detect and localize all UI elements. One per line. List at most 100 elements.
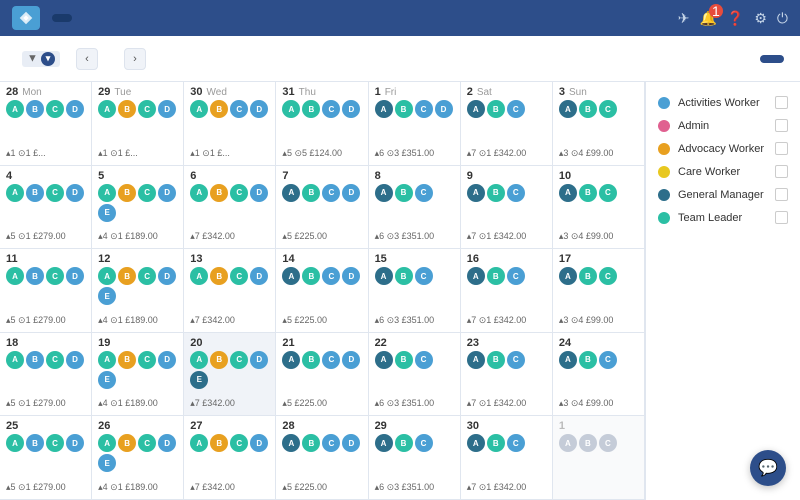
day-cell-21[interactable]: 21ABCD▴5 £225.00 [276,333,368,417]
day-cell-27[interactable]: 27ABCD▴7 £342.00 [184,416,276,500]
legend-item-2[interactable]: Advocacy Worker [656,138,790,159]
day-cell-1-fri[interactable]: 1FriABCD▴6 ⊙3 £351.00 [369,82,461,166]
day-cell-5[interactable]: 5ABCDE▴4 ⊙1 £189.00 [92,166,184,250]
avatar: C [138,100,156,118]
nav-leave[interactable] [124,14,144,22]
legend-checkbox[interactable] [775,211,788,224]
day-cell-24[interactable]: 24ABC▴3 ⊙4 £99.00 [553,333,645,417]
day-cell-20[interactable]: 20ABCDE▴7 £342.00 [184,333,276,417]
avatars-row: ABCD [6,351,85,369]
nav-attendance[interactable] [148,14,168,22]
avatars-row: ABC [559,100,638,118]
day-cell-25[interactable]: 25ABCD▴5 ⊙1 £279.00 [0,416,92,500]
day-cell-28-mon[interactable]: 28MonABCD▴1 ⊙1 £... [0,82,92,166]
day-cell-11[interactable]: 11ABCD▴5 ⊙1 £279.00 [0,249,92,333]
day-cell-14[interactable]: 14ABCD▴5 £225.00 [276,249,368,333]
avatar: D [250,184,268,202]
day-cell-29[interactable]: 29ABC▴6 ⊙3 £351.00 [369,416,461,500]
avatars-row: ABCD [282,184,361,202]
power-icon[interactable]: ⏻ [777,10,788,27]
day-cell-30-wed[interactable]: 30WedABCD▴1 ⊙1 £... [184,82,276,166]
day-header: 29 [375,420,454,432]
day-cell-16[interactable]: 16ABC▴7 ⊙1 £342.00 [461,249,553,333]
avatar: B [487,351,505,369]
legend-checkbox[interactable] [775,188,788,201]
day-cell-13[interactable]: 13ABCD▴7 £342.00 [184,249,276,333]
day-cell-31-thu[interactable]: 31ThuABCD▴5 ⊙5 £124.00 [276,82,368,166]
send-icon[interactable]: ✈ [678,10,690,27]
avatars-row: ABCD [375,100,454,118]
day-cell-6[interactable]: 6ABCD▴7 £342.00 [184,166,276,250]
day-header: 9 [467,170,546,182]
day-header: 16 [467,253,546,265]
avatar: C [230,100,248,118]
day-cell-15[interactable]: 15ABC▴6 ⊙3 £351.00 [369,249,461,333]
avatar: C [230,434,248,452]
day-cell-3-sun[interactable]: 3SunABC▴3 ⊙4 £99.00 [553,82,645,166]
help-icon[interactable]: ❓ [727,10,744,27]
day-stats: ▴6 ⊙3 £351.00 [375,478,454,493]
avatar: C [46,434,64,452]
day-stats: ▴5 £225.00 [282,311,361,326]
legend-item-5[interactable]: Team Leader [656,207,790,228]
legend-checkbox[interactable] [775,165,788,178]
nav-company[interactable] [100,14,120,22]
logo [12,6,40,30]
avatar: B [302,267,320,285]
legend-item-4[interactable]: General Manager [656,184,790,205]
day-cell-9[interactable]: 9ABC▴7 ⊙1 £342.00 [461,166,553,250]
legend-checkbox[interactable] [775,142,788,155]
avatars-row: ABCD [98,100,177,118]
notification-icon[interactable]: 🔔 1 [699,10,716,27]
day-cell-12[interactable]: 12ABCDE▴4 ⊙1 £189.00 [92,249,184,333]
avatar: B [487,100,505,118]
nav-rotas[interactable] [76,14,96,22]
avatars-row: ABC [559,434,638,452]
day-cell-23[interactable]: 23ABC▴7 ⊙1 £342.00 [461,333,553,417]
avatars-row: ABC [559,351,638,369]
nav-dashboard[interactable] [52,14,72,22]
chat-bubble[interactable]: 💬 [750,450,786,486]
avatars-row: ABCDE [190,351,269,389]
day-header: 30Wed [190,86,269,98]
day-stats: ▴1 ⊙1 £... [6,144,85,159]
avatar: B [26,184,44,202]
legend-item-3[interactable]: Care Worker [656,161,790,182]
avatar: B [395,434,413,452]
settings-icon[interactable]: ⚙ [754,10,767,27]
prev-month-button[interactable]: ‹ [76,48,98,70]
day-cell-1[interactable]: 1ABC [553,416,645,500]
legend-checkbox[interactable] [775,96,788,109]
avatar: B [26,267,44,285]
avatar: A [467,267,485,285]
day-view-button[interactable] [732,55,756,63]
day-cell-26[interactable]: 26ABCDE▴4 ⊙1 £189.00 [92,416,184,500]
day-cell-4[interactable]: 4ABCD▴5 ⊙1 £279.00 [0,166,92,250]
nav-reports[interactable] [196,14,216,22]
day-cell-30[interactable]: 30ABC▴7 ⊙1 £342.00 [461,416,553,500]
day-cell-8[interactable]: 8ABC▴6 ⊙3 £351.00 [369,166,461,250]
nav-availability[interactable] [172,14,192,22]
legend-item-0[interactable]: Activities Worker [656,92,790,113]
day-cell-22[interactable]: 22ABC▴6 ⊙3 £351.00 [369,333,461,417]
legend-dot [658,97,670,109]
month-view-button[interactable] [760,55,784,63]
day-cell-7[interactable]: 7ABCD▴5 £225.00 [276,166,368,250]
avatar: B [26,100,44,118]
day-header: 13 [190,253,269,265]
day-cell-17[interactable]: 17ABC▴3 ⊙4 £99.00 [553,249,645,333]
day-cell-28[interactable]: 28ABCD▴5 £225.00 [276,416,368,500]
day-cell-18[interactable]: 18ABCD▴5 ⊙1 £279.00 [0,333,92,417]
day-cell-2-sat[interactable]: 2SatABC▴7 ⊙1 £342.00 [461,82,553,166]
day-cell-10[interactable]: 10ABC▴3 ⊙4 £99.00 [553,166,645,250]
avatars-row: ABCD [190,434,269,452]
legend-item-1[interactable]: Admin [656,115,790,136]
avatar: E [98,371,116,389]
legend-checkbox[interactable] [775,119,788,132]
day-cell-29-tue[interactable]: 29TueABCD▴1 ⊙1 £... [92,82,184,166]
day-cell-19[interactable]: 19ABCDE▴4 ⊙1 £189.00 [92,333,184,417]
location-selector[interactable]: ▼ ▾ [16,51,60,67]
day-header: 18 [6,337,85,349]
day-stats: ▴3 ⊙4 £99.00 [559,394,638,409]
next-month-button[interactable]: › [124,48,146,70]
